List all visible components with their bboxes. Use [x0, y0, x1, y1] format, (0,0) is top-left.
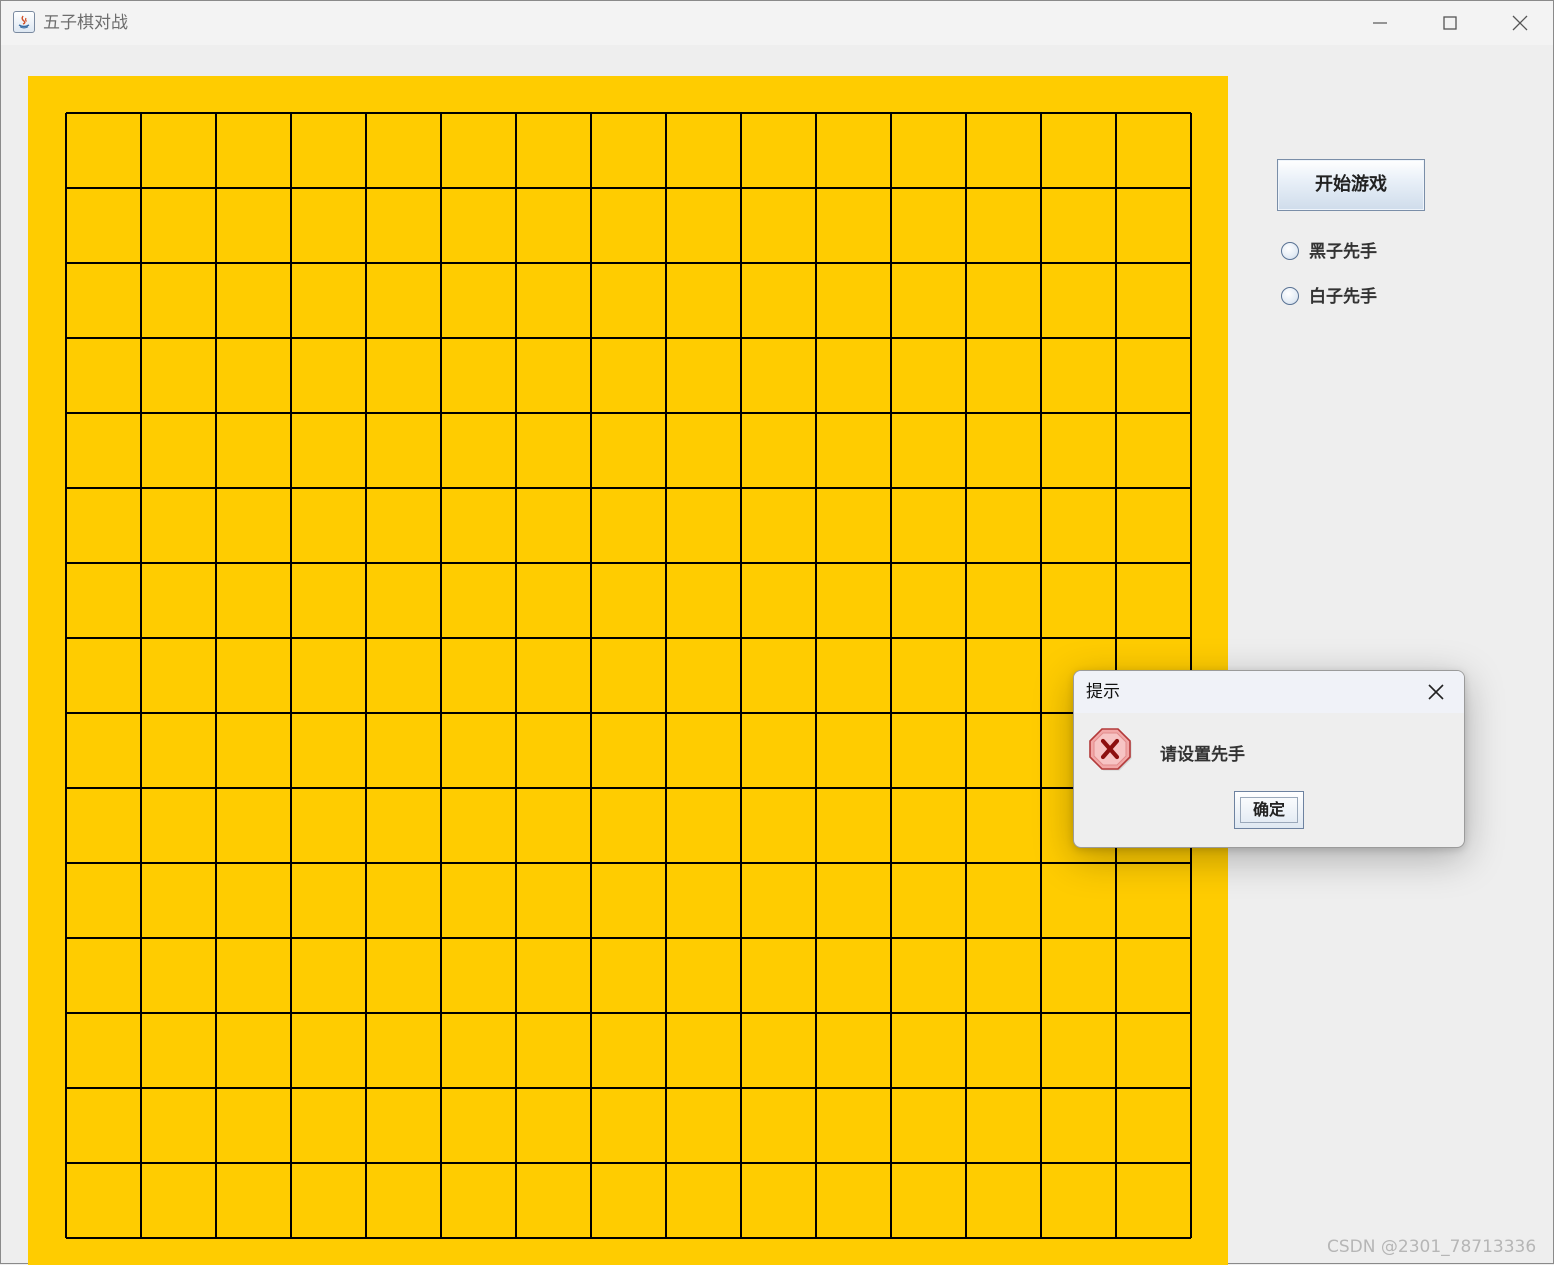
alert-dialog: 提示 请设置先手 确定: [1073, 670, 1465, 848]
dialog-title-bar[interactable]: 提示: [1074, 671, 1464, 713]
radio-button-icon[interactable]: [1281, 242, 1299, 260]
close-icon: [1428, 684, 1444, 700]
ok-button[interactable]: 确定: [1234, 791, 1304, 829]
java-app-icon: [13, 11, 35, 33]
window-title: 五子棋对战: [43, 13, 128, 33]
maximize-button[interactable]: [1415, 1, 1485, 45]
error-icon: [1088, 727, 1132, 771]
close-icon: [1512, 15, 1528, 31]
minimize-button[interactable]: [1345, 1, 1415, 45]
close-window-button[interactable]: [1485, 1, 1554, 45]
title-bar[interactable]: 五子棋对战: [1, 1, 1553, 45]
focus-ring: [1240, 797, 1298, 823]
watermark: CSDN @2301_78713336: [1327, 1237, 1537, 1257]
gomoku-board[interactable]: [28, 76, 1228, 1265]
dialog-close-button[interactable]: [1422, 679, 1450, 705]
radio-button-icon[interactable]: [1281, 287, 1299, 305]
main-window: 五子棋对战 开始游戏 黑子先手 白子先手 CSDN @2301_78713336: [0, 0, 1554, 1265]
radio-white-first-label: 白子先手: [1309, 287, 1377, 307]
dialog-title: 提示: [1086, 682, 1120, 702]
maximize-icon: [1443, 16, 1457, 30]
board-grid[interactable]: [28, 76, 1228, 1265]
radio-black-first-label: 黑子先手: [1309, 242, 1377, 262]
minimize-icon: [1373, 22, 1387, 24]
dialog-message: 请设置先手: [1160, 745, 1245, 765]
start-game-button[interactable]: 开始游戏: [1277, 159, 1425, 211]
